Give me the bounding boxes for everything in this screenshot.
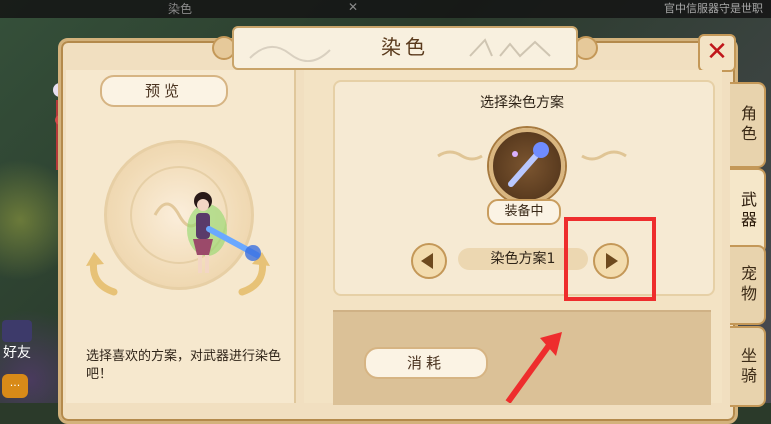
tab-pet[interactable]: 宠物 bbox=[730, 245, 766, 325]
friends-label: 好友 bbox=[3, 345, 31, 361]
scheme-title: 选择染色方案 bbox=[480, 95, 564, 111]
dialog-title-plate: 染色 bbox=[232, 26, 578, 70]
friends-badge[interactable]: 好友 bbox=[0, 318, 34, 366]
preview-tag: 预览 bbox=[100, 75, 228, 107]
equipped-badge: 装备中 bbox=[487, 199, 561, 225]
prev-scheme-button[interactable] bbox=[411, 243, 447, 279]
annotation-arrow-icon bbox=[505, 332, 562, 403]
rotate-left-arrow-icon[interactable] bbox=[84, 248, 124, 296]
background-title: 染色 bbox=[167, 2, 192, 16]
annotation-highlight-box bbox=[564, 217, 656, 301]
tab-mount[interactable]: 坐骑 bbox=[730, 326, 766, 407]
background-close-icon: ✕ bbox=[348, 0, 359, 14]
cost-tag: 消耗 bbox=[364, 347, 488, 379]
triangle-left-icon bbox=[421, 253, 433, 269]
background-link-text: 官中信服器守是世职 bbox=[664, 2, 763, 15]
dialog-title: 染色 bbox=[381, 35, 429, 59]
wing-right-decoration-icon bbox=[581, 150, 627, 161]
close-button[interactable]: ✕ bbox=[698, 34, 736, 72]
wing-left-decoration-icon bbox=[437, 150, 483, 161]
character-model-icon bbox=[187, 192, 261, 273]
tab-character[interactable]: 角色 bbox=[730, 82, 766, 168]
weapon-icon bbox=[508, 142, 549, 187]
preview-hint-text: 选择喜欢的方案，对武器进行染色吧！ bbox=[86, 349, 282, 382]
background-top-strip: 染色 ✕ 官中信服器守是世职 bbox=[0, 0, 771, 18]
weapon-item-slot[interactable] bbox=[489, 128, 565, 204]
close-x-icon: ✕ bbox=[706, 37, 728, 67]
tab-weapon[interactable]: 武器 bbox=[730, 168, 766, 254]
chat-bubble-icon[interactable]: ··· bbox=[2, 374, 28, 398]
friends-icon bbox=[2, 320, 32, 342]
